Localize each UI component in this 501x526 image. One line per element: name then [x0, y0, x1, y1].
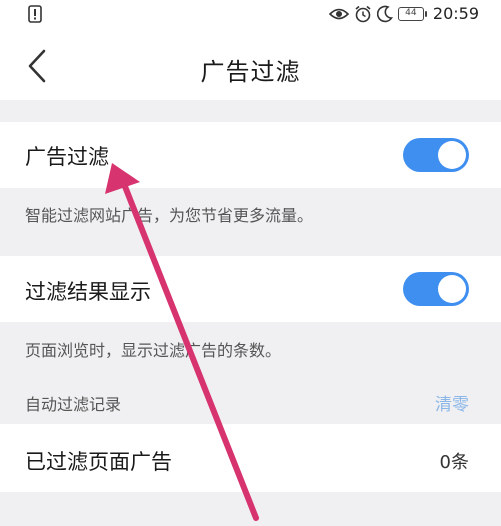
status-left	[28, 5, 42, 27]
show-result-hint: 页面浏览时，显示过滤广告的条数。	[25, 341, 282, 360]
toggle-knob	[438, 141, 466, 169]
record-section-label: 自动过滤记录	[25, 395, 122, 414]
show-result-row: 过滤结果显示	[0, 256, 501, 322]
ad-filter-hint: 智能过滤网站广告，为您节省更多流量。	[25, 206, 314, 225]
show-result-label: 过滤结果显示	[25, 280, 151, 304]
filtered-pages-label: 已过滤页面广告	[25, 450, 172, 474]
moon-icon	[376, 5, 393, 22]
ad-filter-row: 广告过滤	[0, 122, 501, 188]
status-time: 20:59	[432, 4, 479, 23]
alert-icon	[28, 5, 42, 23]
ad-filter-toggle[interactable]	[403, 138, 469, 172]
alarm-icon	[355, 5, 371, 22]
filtered-count: 0条	[439, 452, 469, 473]
filtered-pages-row: 已过滤页面广告 0条	[0, 424, 501, 492]
clear-button[interactable]: 清零	[435, 390, 469, 415]
status-bar: 44 20:59	[0, 0, 501, 32]
ad-filter-label: 广告过滤	[25, 145, 109, 169]
eye-icon	[328, 8, 349, 19]
nav-bar: 广告过滤	[0, 32, 501, 100]
status-icons: 44 20:59	[328, 4, 479, 23]
show-result-toggle[interactable]	[403, 272, 469, 306]
toggle-knob	[438, 275, 466, 303]
battery-icon: 44	[397, 6, 427, 21]
page-title: 广告过滤	[200, 58, 301, 86]
